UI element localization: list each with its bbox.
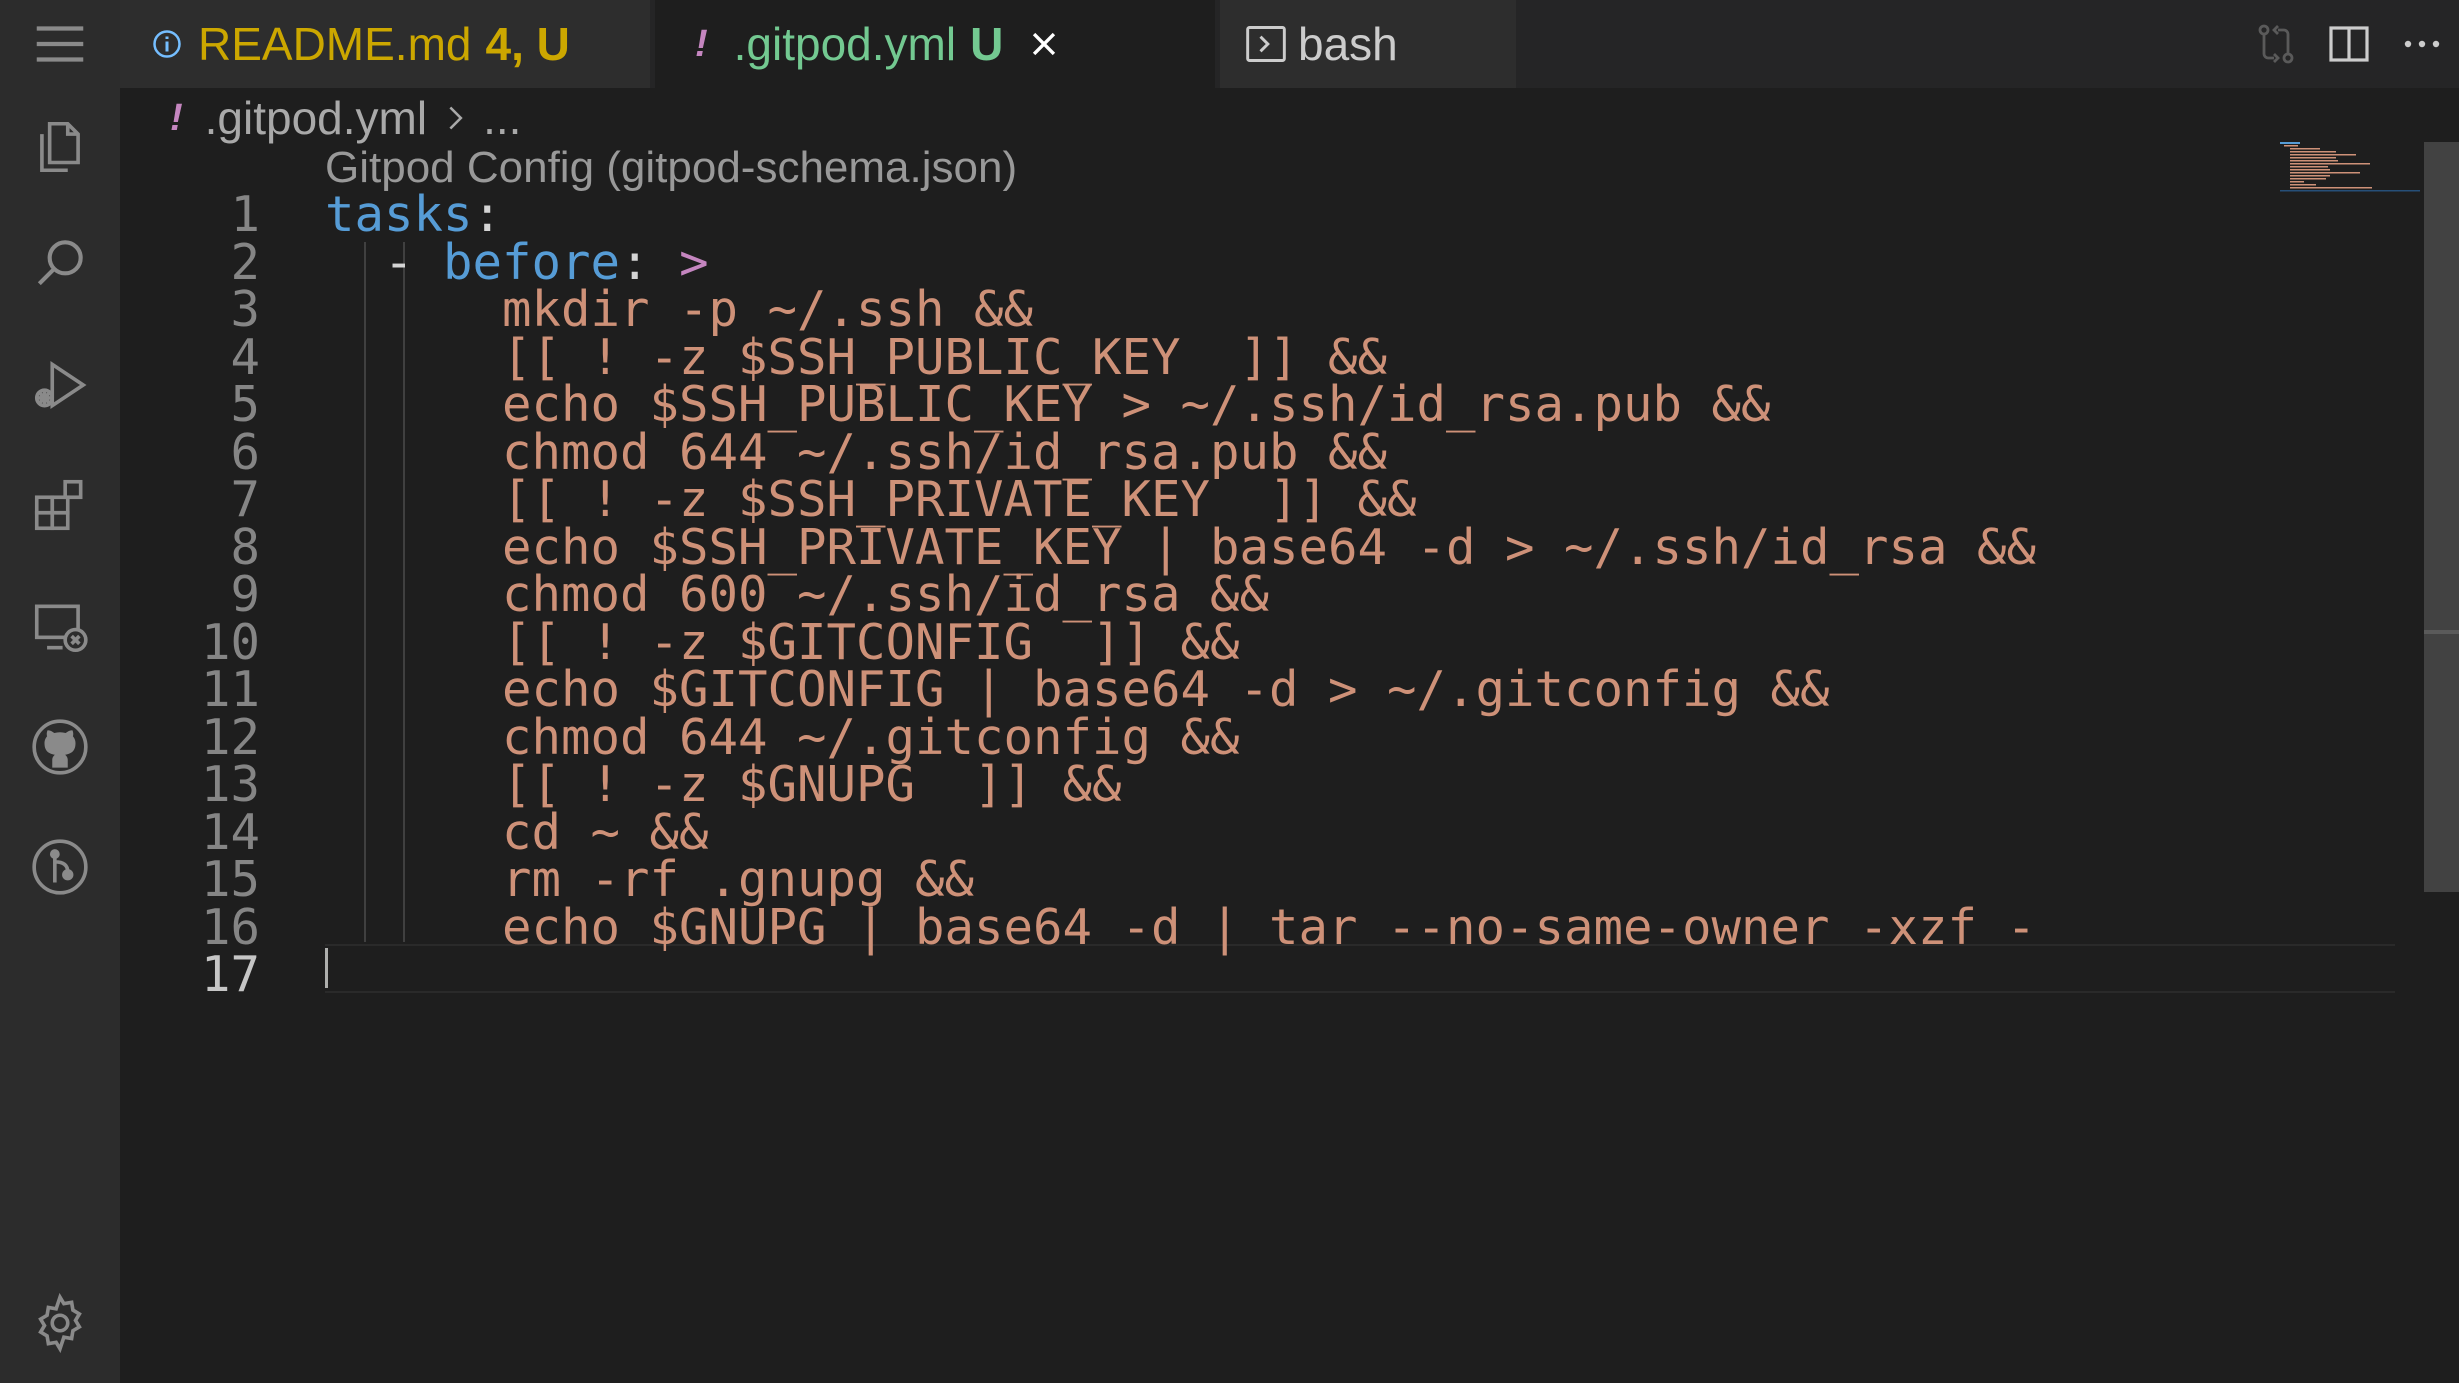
code-line[interactable]: 14 cd ~ && (120, 803, 2320, 861)
tab-readme-badge: 4, U (485, 18, 570, 70)
line-number: 1 (230, 186, 260, 243)
line-number: 8 (230, 518, 260, 576)
code-line[interactable]: 1 tasks: (120, 186, 2320, 243)
line-number: 3 (230, 281, 260, 338)
line-number: 10 (200, 613, 260, 671)
schema-codelens[interactable]: Gitpod Config (gitpod-schema.json) (325, 146, 1017, 190)
info-icon (153, 30, 181, 58)
code-text: chmod 644 ~/.gitconfig && (325, 713, 1240, 762)
code-text: tasks: (325, 190, 502, 239)
terminal-icon (1246, 26, 1286, 62)
extensions-icon[interactable] (0, 450, 120, 560)
code-text: [[ ! -z $SSH_PUBLIC_KEY ]] && (325, 333, 1387, 382)
code-text: [[ ! -z $GNUPG ]] && (325, 760, 1122, 809)
line-number: 16 (200, 898, 260, 956)
tab-bar: README.md 4, U ! .gitpod.yml U bash (120, 0, 2459, 88)
vertical-scrollbar[interactable] (2424, 142, 2459, 1383)
close-icon[interactable] (1027, 27, 1061, 61)
tab-readme-label: README.md (198, 18, 472, 70)
line-number: 13 (200, 756, 260, 813)
line-number: 14 (200, 803, 260, 861)
code-line[interactable]: 4 [[ ! -z $SSH_PUBLIC_KEY ]] && (120, 328, 2320, 386)
code-line[interactable]: 6 chmod 644 ~/.ssh/id_rsa.pub && (120, 423, 2320, 481)
shell-command: echo $GNUPG | base64 -d | tar --no-same-… (502, 898, 2037, 956)
code-text: [[ ! -z $SSH_PRIVATE_KEY ]] && (325, 475, 1417, 524)
open-changes-icon[interactable] (2252, 20, 2300, 68)
chevron-right-icon (449, 106, 463, 130)
menu-icon[interactable] (0, 0, 120, 88)
code-line[interactable]: 13 [[ ! -z $GNUPG ]] && (120, 756, 2320, 813)
tab-readme[interactable]: README.md 4, U (120, 0, 650, 88)
code-line[interactable]: 12 chmod 644 ~/.gitconfig && (120, 708, 2320, 766)
code-text: - before: > (325, 238, 709, 287)
code-text: cd ~ && (325, 808, 709, 857)
breadcrumb-file[interactable]: .gitpod.yml (205, 91, 427, 145)
breadcrumb: ! .gitpod.yml ... (170, 88, 1670, 148)
source-control-icon[interactable] (0, 812, 120, 922)
yaml-file-icon: ! (695, 22, 708, 65)
explorer-icon[interactable] (0, 92, 120, 202)
code-line[interactable]: 5 echo $SSH_PUBLIC_KEY > ~/.ssh/id_rsa.p… (120, 376, 2320, 433)
line-number: 2 (230, 233, 260, 291)
search-icon[interactable] (0, 208, 120, 318)
tab-gitpod-yml[interactable]: ! .gitpod.yml U (655, 0, 1215, 88)
code-line[interactable]: 7 [[ ! -z $SSH_PRIVATE_KEY ]] && (120, 471, 2320, 528)
remote-explorer-icon[interactable] (0, 572, 120, 682)
code-text: [[ ! -z $GITCONFIG ]] && (325, 618, 1240, 667)
tab-bash[interactable]: bash (1220, 0, 1516, 88)
yaml-file-icon: ! (170, 96, 183, 139)
line-number: 7 (230, 471, 260, 528)
line-number: 6 (230, 423, 260, 481)
code-line[interactable]: 8 echo $SSH_PRIVATE_KEY | base64 -d > ~/… (120, 518, 2320, 576)
code-line[interactable]: 17 (120, 946, 2320, 1003)
line-number: 4 (230, 328, 260, 386)
run-debug-icon[interactable] (0, 330, 120, 440)
text-cursor (325, 948, 328, 988)
tab-gitpod-badge: U (970, 18, 1004, 70)
line-number: 5 (230, 376, 260, 433)
tab-bash-label: bash (1298, 18, 1398, 70)
minimap[interactable] (2280, 142, 2420, 212)
more-actions-icon[interactable] (2398, 20, 2446, 68)
scrollbar-cursor-marker (2424, 630, 2459, 634)
code-text: chmod 600 ~/.ssh/id_rsa && (325, 570, 1269, 619)
editor-title-actions (2239, 0, 2459, 88)
github-icon[interactable] (0, 692, 120, 802)
code-line[interactable]: 15 rm -rf .gnupg && (120, 851, 2320, 908)
code-text: echo $SSH_PRIVATE_KEY | base64 -d > ~/.s… (325, 523, 2036, 572)
code-text: echo $GNUPG | base64 -d | tar --no-same-… (325, 903, 2036, 952)
line-number: 11 (200, 661, 260, 718)
code-editor[interactable]: Gitpod Config (gitpod-schema.json) 1 task… (120, 146, 2420, 1383)
activity-bar (0, 0, 120, 1383)
line-number: 15 (200, 851, 260, 908)
split-editor-icon[interactable] (2325, 20, 2373, 68)
code-line[interactable]: 2 - before: > (120, 233, 2320, 291)
code-text: echo $SSH_PUBLIC_KEY > ~/.ssh/id_rsa.pub… (325, 380, 1771, 429)
line-number: 12 (200, 708, 260, 766)
vscode-window: README.md 4, U ! .gitpod.yml U bash ! .g… (0, 0, 2459, 1383)
line-number: 17 (200, 946, 260, 1003)
code-text: echo $GITCONFIG | base64 -d > ~/.gitconf… (325, 665, 1830, 714)
line-number: 9 (230, 566, 260, 623)
code-line[interactable]: 11 echo $GITCONFIG | base64 -d > ~/.gitc… (120, 661, 2320, 718)
settings-gear-icon[interactable] (0, 1268, 120, 1378)
code-line[interactable]: 9 chmod 600 ~/.ssh/id_rsa && (120, 566, 2320, 623)
code-text: mkdir -p ~/.ssh && (325, 285, 1033, 334)
code-line[interactable]: 3 mkdir -p ~/.ssh && (120, 281, 2320, 338)
tab-gitpod-label: .gitpod.yml (733, 18, 957, 70)
scrollbar-thumb[interactable] (2424, 142, 2459, 892)
code-text: rm -rf .gnupg && (325, 855, 974, 904)
code-line[interactable]: 10 [[ ! -z $GITCONFIG ]] && (120, 613, 2320, 671)
code-line[interactable]: 16 echo $GNUPG | base64 -d | tar --no-sa… (120, 898, 2320, 956)
breadcrumb-more[interactable]: ... (483, 91, 521, 145)
code-text: chmod 644 ~/.ssh/id_rsa.pub && (325, 428, 1387, 477)
